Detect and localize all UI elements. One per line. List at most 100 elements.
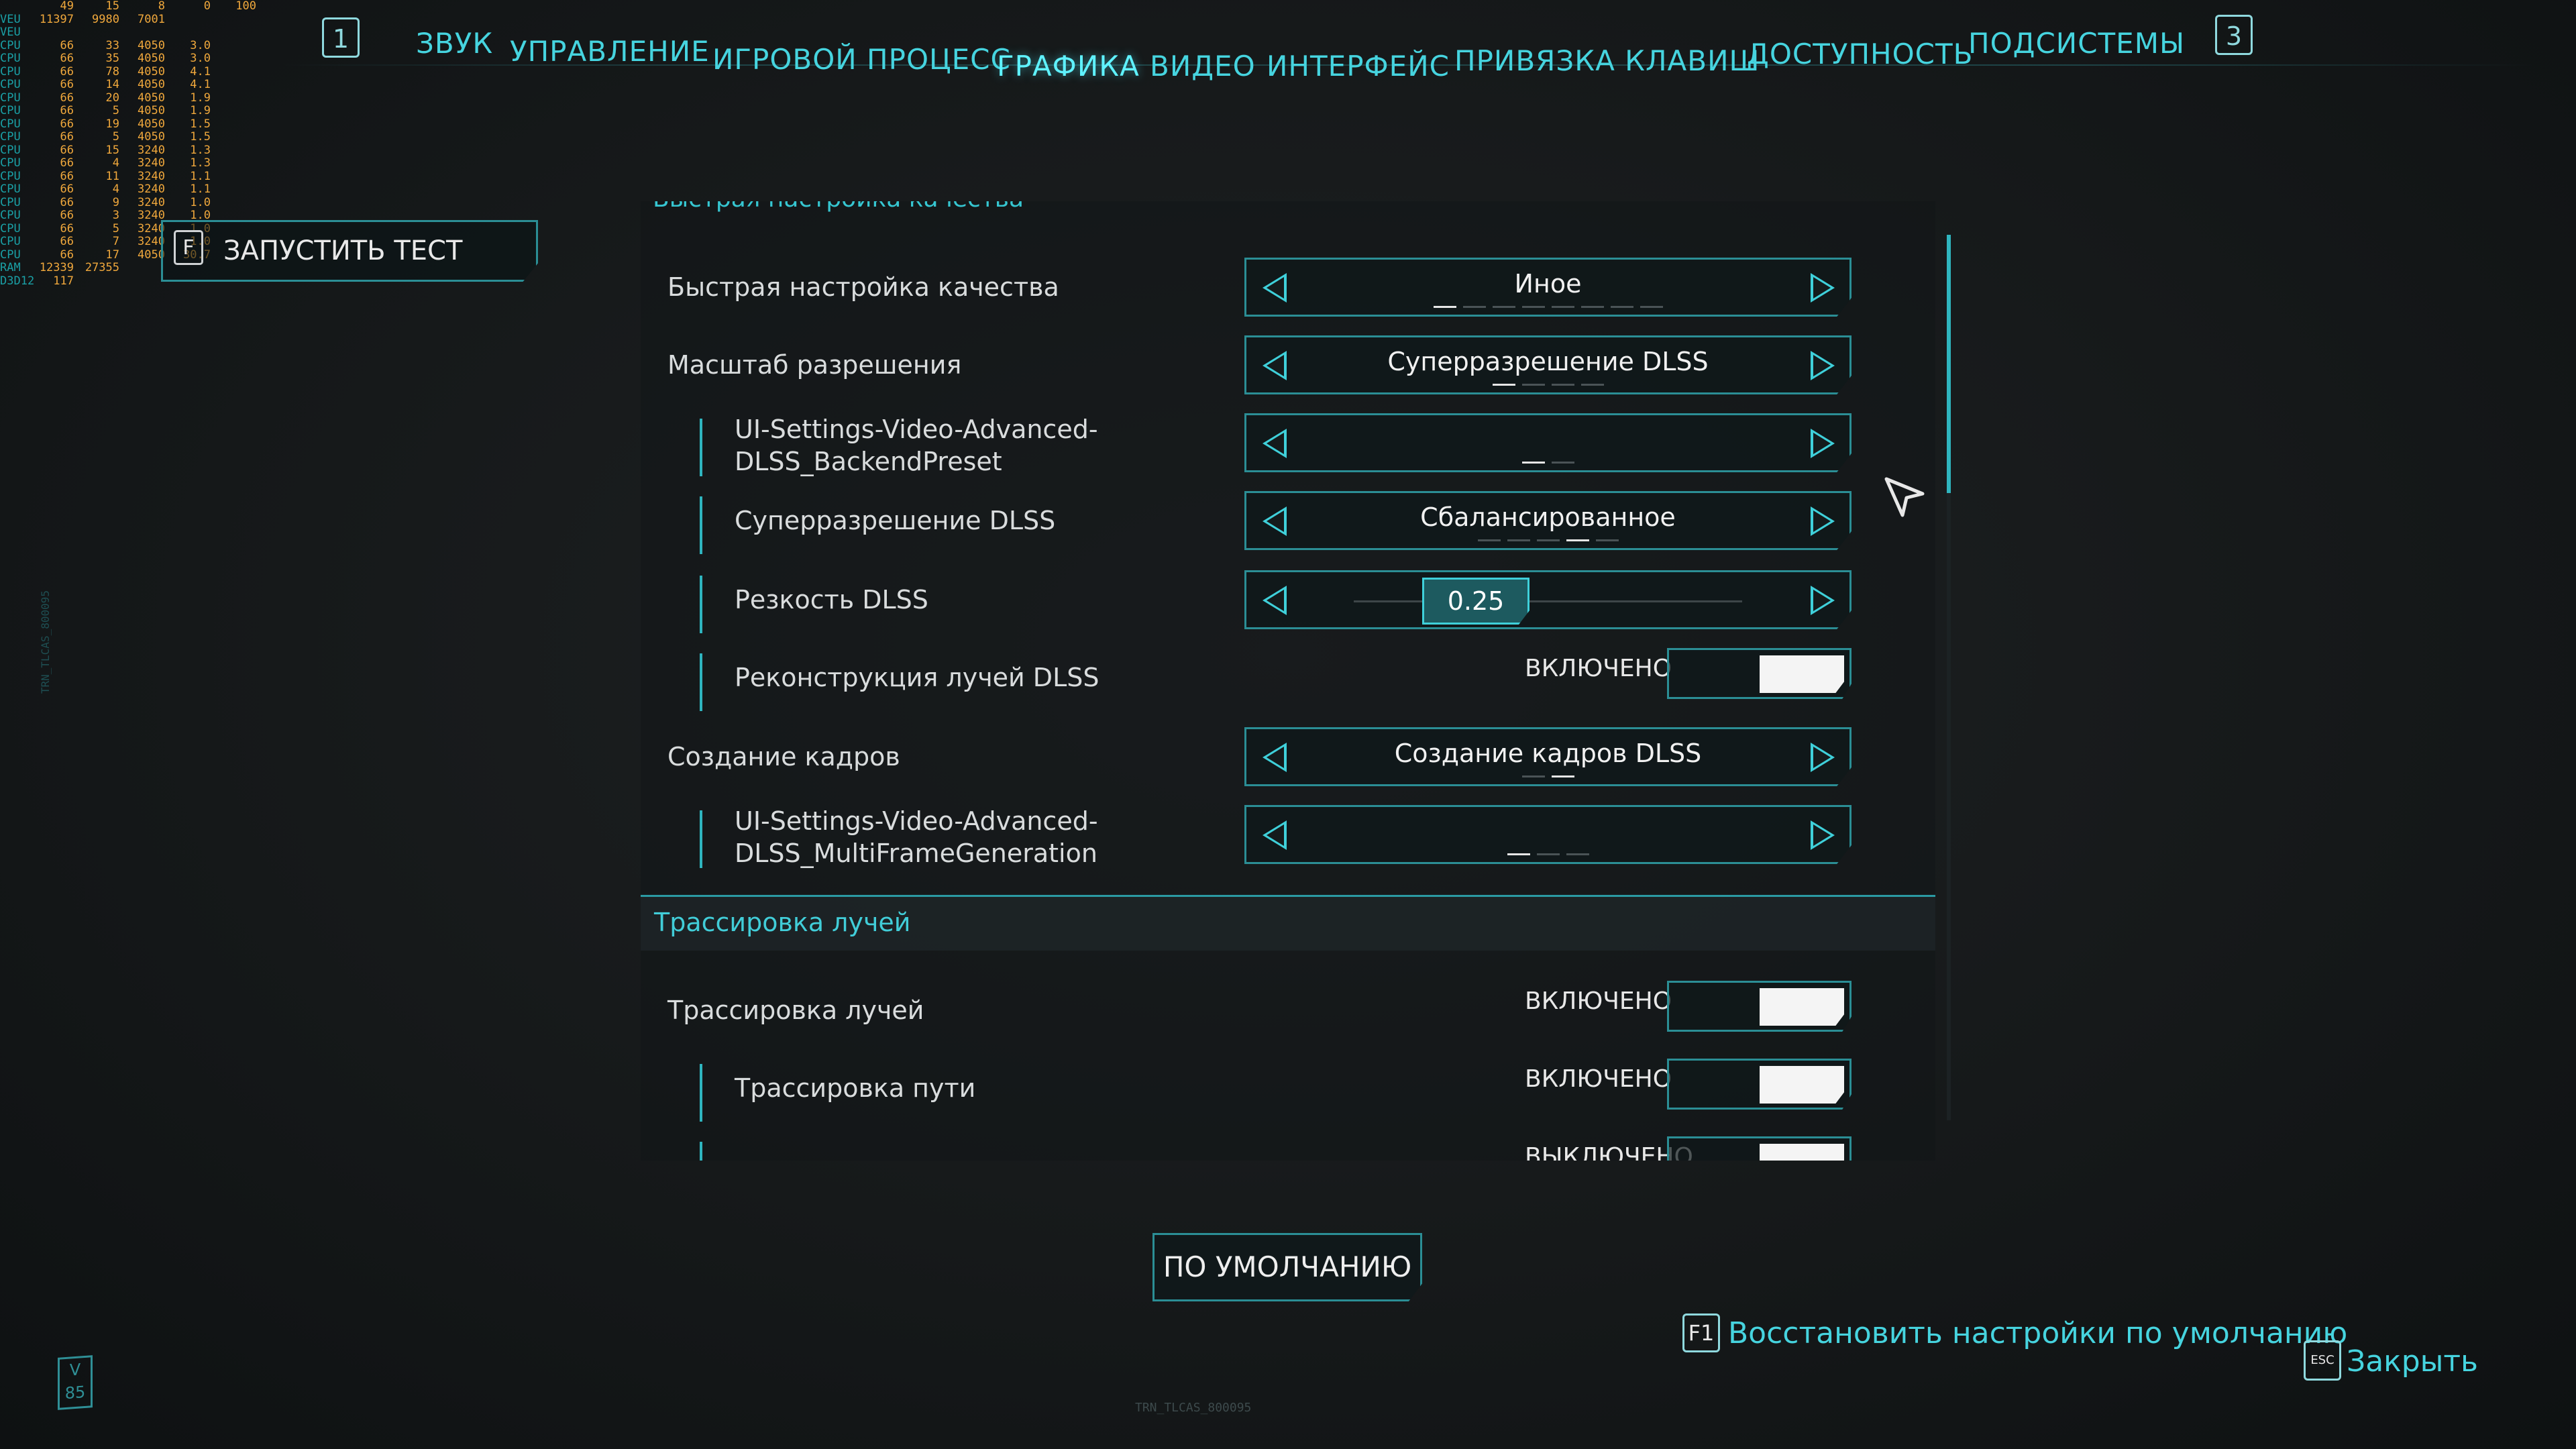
tab-0[interactable]: ЗВУК [416,27,493,60]
overlay-value: 1.9 [190,104,211,117]
option-dot [1507,539,1530,541]
overlay-value [119,262,165,275]
decorative-vertical-code: TRN_TLCAS_800095 [39,590,52,694]
overlay-value [211,105,256,118]
overlay-row: CPU 66 5 4050 1.9 [0,104,315,118]
option-dot [1551,306,1574,308]
arrow-left-icon[interactable] [1263,506,1287,536]
setting-selector[interactable]: Суперразрешение DLSS [1244,335,1851,394]
overlay-row: CPU 66 4 3240 1.3 [0,156,315,170]
tab-1[interactable]: УПРАВЛЕНИЕ [510,35,710,68]
arrow-right-icon[interactable] [1811,586,1835,615]
setting-selector[interactable]: Создание кадров DLSS [1244,727,1851,786]
arrow-left-icon[interactable] [1263,586,1287,615]
overlay-value: 33 [105,38,119,52]
arrow-left-icon[interactable] [1263,351,1287,380]
run-benchmark-key: F [174,230,203,265]
slider-track[interactable] [1354,600,1742,602]
reset-defaults-button[interactable]: ПО УМОЛЧАНИЮ [1152,1233,1422,1301]
setting-row: Резкость DLSS 0.25 [641,570,1915,637]
overlay-value [211,78,256,92]
arrow-left-icon[interactable] [1263,743,1287,772]
run-benchmark-button[interactable]: F ЗАПУСТИТЬ ТЕСТ [161,220,538,282]
overlay-row: CPU 66 11 3240 1.1 [0,170,315,184]
option-dot [1595,539,1619,541]
overlay-value: 35 [105,52,119,65]
overlay-row: CPU 66 33 4050 3.0 [0,38,315,53]
overlay-value: 66 [60,130,74,144]
settings-scrollbar[interactable] [1947,235,1951,1120]
overlay-label: CPU [0,248,21,262]
overlay-value: 4050 [138,38,165,52]
restore-defaults-hint[interactable]: Восстановить настройки по умолчанию [1728,1316,2347,1350]
option-indicator [1246,539,1849,541]
footer-code: TRN_TLCAS_800095 [1135,1401,1252,1415]
sub-indent-bar [700,1142,702,1161]
arrow-left-icon[interactable] [1263,273,1287,303]
overlay-value [165,13,211,27]
overlay-value: 27355 [85,261,119,274]
setting-toggle[interactable] [1667,1136,1851,1161]
option-dot [1433,306,1456,308]
overlay-label: CPU [0,182,21,196]
setting-toggle[interactable] [1667,981,1851,1032]
overlay-value: 66 [60,64,74,78]
tab-4[interactable]: ВИДЕО [1150,50,1256,83]
overlay-row: VEU 11397 9980 7001 [0,13,315,27]
sub-indent-bar [700,1064,702,1122]
overlay-value: 4050 [138,248,165,262]
overlay-label: VEU [0,25,21,39]
tab-6[interactable]: ПРИВЯЗКА КЛАВИШ [1454,44,1760,77]
setting-label: Трассировка лучей [667,996,924,1025]
section-title: Трассировка лучей [654,908,911,937]
setting-selector[interactable]: Сбалансированное [1244,491,1851,550]
overlay-value [165,26,211,40]
overlay-value: 4.1 [190,78,211,91]
tab-5[interactable]: ИНТЕРФЕЙС [1267,50,1450,83]
setting-toggle[interactable] [1667,648,1851,699]
scrollbar-thumb[interactable] [1947,235,1951,493]
setting-toggle[interactable] [1667,1059,1851,1110]
overlay-label: CPU [0,52,21,65]
arrow-right-icon[interactable] [1811,273,1835,303]
toggle-knob [1760,988,1844,1026]
arrow-left-icon[interactable] [1263,820,1287,850]
arrow-right-icon[interactable] [1811,743,1835,772]
overlay-label: CPU [0,235,21,248]
arrow-right-icon[interactable] [1811,820,1835,850]
slider-thumb[interactable]: 0.25 [1422,578,1529,625]
arrow-left-icon[interactable] [1263,429,1287,458]
tab-8[interactable]: ПОДСИСТЕМЫ [1968,27,2185,60]
overlay-label: CPU [0,38,21,52]
tab-2[interactable]: ИГРОВОЙ ПРОЦЕСС [712,43,1011,76]
overlay-value: 1.1 [190,169,211,183]
close-hint[interactable]: Закрыть [2347,1344,2478,1379]
overlay-label: CPU [0,169,21,183]
arrow-right-icon[interactable] [1811,429,1835,458]
overlay-value: 5 [112,130,119,144]
overlay-value: 100 [235,0,256,13]
overlay-value: 66 [60,195,74,209]
overlay-label: CPU [0,78,21,91]
overlay-row: CPU 66 15 3240 1.3 [0,144,315,158]
setting-selector[interactable]: Иное [1244,258,1851,317]
setting-label: Быстрая настройка качества [667,272,1059,302]
overlay-value: 1.3 [190,143,211,157]
setting-value: Суперразрешение DLSS [1387,347,1709,376]
overlay-value: 5 [112,104,119,117]
overlay-value: 8 [158,0,165,13]
tab-7[interactable]: ДОСТУПНОСТЬ [1747,38,1973,70]
setting-slider[interactable]: 0.25 [1244,570,1851,629]
setting-selector[interactable] [1244,805,1851,864]
sub-indent-bar [700,576,702,633]
overlay-row: VEU [0,25,315,40]
overlay-row: CPU 66 35 4050 3.0 [0,52,315,66]
arrow-right-icon[interactable] [1811,506,1835,536]
tab-prev-key[interactable]: 1 [322,17,360,58]
tab-3[interactable]: ГРАФИКА [997,50,1140,83]
setting-selector[interactable] [1244,413,1851,472]
overlay-value: 66 [60,182,74,196]
option-dot [1610,306,1633,308]
tab-next-key[interactable]: 3 [2215,15,2253,55]
arrow-right-icon[interactable] [1811,351,1835,380]
